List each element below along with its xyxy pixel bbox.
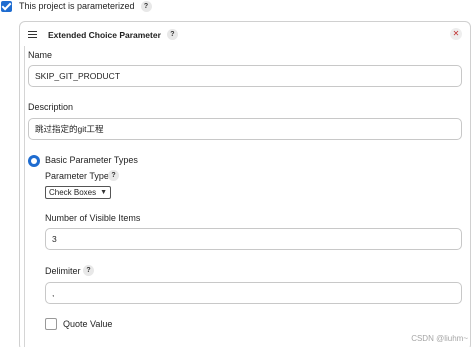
visible-items-input[interactable]: 3: [45, 228, 462, 250]
visible-items-label: Number of Visible Items: [45, 213, 141, 223]
delimiter-label: Delimiter: [45, 266, 81, 276]
basic-parameter-types-label: Basic Parameter Types: [45, 155, 138, 165]
parameter-type-select[interactable]: Check Boxes ▼: [45, 186, 111, 199]
parameterized-row: This project is parameterized ?: [0, 0, 152, 12]
parameterized-label: This project is parameterized: [19, 1, 135, 11]
description-label: Description: [28, 102, 74, 112]
quote-value-checkbox[interactable]: [45, 318, 57, 330]
help-icon[interactable]: ?: [166, 29, 178, 40]
name-label: Name: [28, 50, 53, 60]
delimiter-input[interactable]: ,: [45, 282, 462, 304]
help-icon[interactable]: ?: [108, 170, 119, 181]
parameter-type-label: Parameter Type: [45, 171, 109, 181]
drag-handle-icon[interactable]: [28, 31, 37, 38]
help-icon[interactable]: ?: [83, 265, 94, 276]
basic-parameter-types-radio[interactable]: [28, 155, 40, 167]
watermark: CSDN @liuhm~: [411, 334, 468, 343]
quote-value-label: Quote Value: [63, 319, 113, 329]
panel-divider: [24, 46, 25, 347]
help-icon[interactable]: ?: [140, 0, 152, 12]
parameterized-checkbox[interactable]: [1, 0, 12, 12]
name-input[interactable]: SKIP_GIT_PRODUCT: [28, 65, 462, 87]
description-input[interactable]: 跳过指定的git工程: [28, 118, 462, 140]
chevron-down-icon: ▼: [100, 189, 107, 196]
panel-title: Extended Choice Parameter: [48, 29, 161, 40]
parameter-type-value: Check Boxes: [49, 188, 97, 197]
panel-header: Extended Choice Parameter ?: [28, 29, 178, 40]
close-icon[interactable]: ✕: [450, 28, 462, 40]
